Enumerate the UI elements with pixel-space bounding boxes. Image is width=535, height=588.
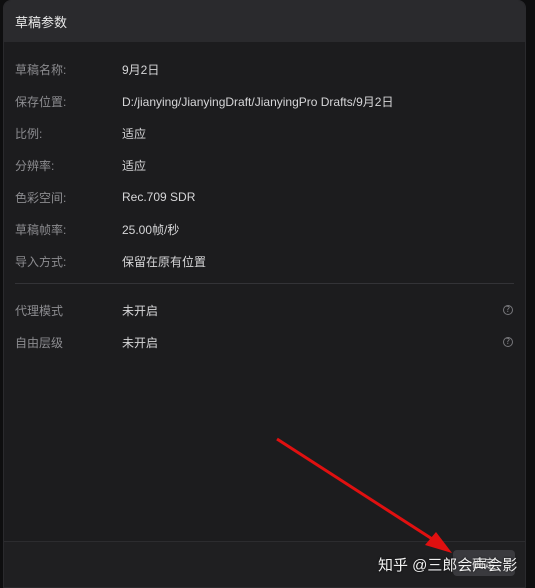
section-divider bbox=[15, 283, 514, 284]
row-save-location: 保存位置: D:/jianying/JianyingDraft/Jianying… bbox=[4, 91, 525, 111]
row-draft-name: 草稿名称: 9月2日 bbox=[4, 59, 525, 79]
row-resolution: 分辨率: 适应 bbox=[4, 155, 525, 175]
row-label: 分辨率: bbox=[15, 158, 55, 173]
row-label: 代理模式 bbox=[15, 303, 64, 318]
row-label: 草稿名称: bbox=[15, 62, 67, 77]
row-label: 色彩空间: bbox=[15, 190, 67, 205]
row-value: 25.00帧/秒 bbox=[122, 222, 180, 237]
row-label: 自由层级 bbox=[15, 335, 64, 350]
row-frame-rate: 草稿帧率: 25.00帧/秒 bbox=[4, 219, 525, 239]
row-value: 适应 bbox=[122, 126, 147, 141]
row-value: Rec.709 SDR bbox=[122, 190, 196, 204]
panel-title: 草稿参数 bbox=[15, 15, 68, 30]
row-label: 草稿帧率: bbox=[15, 222, 67, 237]
row-value: D:/jianying/JianyingDraft/JianyingPro Dr… bbox=[122, 94, 394, 109]
row-import-mode: 导入方式: 保留在原有位置 bbox=[4, 251, 525, 271]
row-label: 导入方式: bbox=[15, 254, 67, 269]
watermark-text: 知乎 @三郎会声会影 bbox=[378, 557, 518, 574]
help-icon[interactable]: ? bbox=[503, 305, 513, 315]
row-ratio: 比例: 适应 bbox=[4, 123, 525, 143]
row-label: 比例: bbox=[15, 126, 43, 141]
row-color-space: 色彩空间: Rec.709 SDR bbox=[4, 187, 525, 207]
row-proxy-mode: 代理模式 未开启 ? bbox=[4, 300, 525, 320]
help-icon[interactable]: ? bbox=[503, 337, 513, 347]
row-value: 保留在原有位置 bbox=[122, 254, 207, 269]
draft-params-panel: 草稿参数 草稿名称: 9月2日 保存位置: D:/jianying/Jianyi… bbox=[3, 0, 526, 588]
row-value: 未开启 bbox=[122, 335, 159, 350]
row-value: 适应 bbox=[122, 158, 147, 173]
row-label: 保存位置: bbox=[15, 94, 67, 109]
row-value: 未开启 bbox=[122, 303, 159, 318]
row-value: 9月2日 bbox=[122, 62, 160, 77]
row-free-layer: 自由层级 未开启 ? bbox=[4, 332, 525, 352]
panel-header: 草稿参数 bbox=[4, 1, 525, 42]
